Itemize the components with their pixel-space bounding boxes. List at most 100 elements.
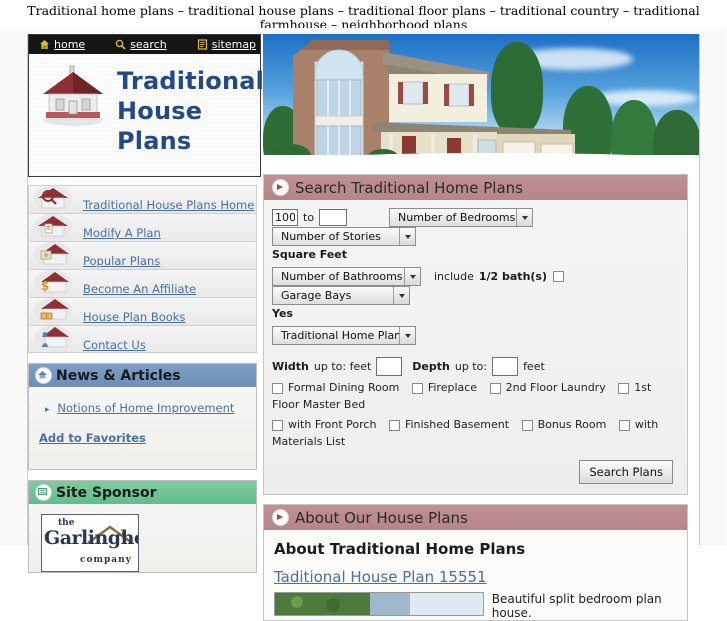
plan-thumbnail[interactable] — [274, 592, 484, 616]
second-floor-laundry-checkbox[interactable] — [489, 382, 501, 394]
sqft-row: to Number of Bedrooms Number of Stories — [272, 208, 679, 246]
search-button-row: Search Plans — [272, 460, 673, 484]
second-floor-laundry-label: 2nd Floor Laundry — [505, 381, 606, 394]
feature-checkbox-row-1: Formal Dining Room Fireplace 2nd Floor L… — [272, 379, 679, 413]
chevron-down-icon[interactable] — [516, 209, 533, 226]
about-panel-header: About Our House Plans — [264, 505, 687, 530]
search-panel-title: Search Traditional Home Plans — [295, 178, 523, 197]
sidebar-item-home-label[interactable]: Traditional House Plans Home — [83, 198, 254, 212]
bonus-room-label: Bonus Room — [537, 418, 607, 431]
garlinghouse-name: Garlinghouse — [44, 527, 138, 549]
sqft-max-input[interactable] — [319, 209, 348, 226]
front-porch-label: with Front Porch — [288, 418, 377, 431]
depth-upto-label: up to: — [454, 360, 488, 373]
first-floor-master-bed-checkbox[interactable] — [618, 382, 630, 394]
home-icon — [39, 39, 50, 50]
news-articles-title: News & Articles — [56, 367, 181, 384]
bathrooms-select-value: Number of Bathrooms — [281, 270, 403, 283]
square-feet-label: Square Feet — [272, 248, 348, 261]
garlinghouse-logo[interactable]: the Garlinghouse company — [41, 514, 139, 572]
house-logo-icon — [37, 62, 109, 131]
nav-item-home-label: home — [54, 38, 86, 51]
main-content: Search Traditional Home Plans to Number … — [263, 34, 699, 621]
news-articles-header: News & Articles — [29, 364, 256, 387]
sidebar-item-modify-plan-label[interactable]: Modify A Plan — [83, 226, 161, 240]
plantype-row: Traditional Home Plans — [272, 326, 679, 345]
stories-select[interactable]: Number of Stories — [272, 227, 416, 246]
sidebar-item-popular-plans[interactable]: Popular Plans — [28, 241, 257, 269]
sidebar-item-plan-books-label[interactable]: House Plan Books — [83, 310, 185, 324]
sidebar-item-plan-books[interactable]: House Plan Books — [28, 297, 257, 325]
depth-label: Depth — [412, 360, 450, 373]
feet-label: feet — [523, 360, 545, 373]
plan-link[interactable]: Taditional House Plan 15551 — [274, 568, 487, 586]
bathrooms-select[interactable]: Number of Bathrooms — [272, 267, 421, 286]
formal-dining-room-checkbox[interactable] — [272, 382, 283, 394]
news-articles-panel: News & Articles Notions of Home Improvem… — [28, 363, 257, 470]
sidebar-item-affiliate-label[interactable]: Become An Affiliate — [83, 282, 196, 296]
include-label: include — [434, 270, 474, 283]
chevron-down-icon[interactable] — [399, 228, 415, 245]
about-panel-body: About Traditional Home Plans Taditional … — [264, 530, 687, 620]
sqft-min-input[interactable] — [272, 209, 298, 226]
bonus-room-checkbox[interactable] — [521, 419, 533, 431]
add-to-favorites-link[interactable]: Add to Favorites — [39, 431, 146, 445]
search-plans-button[interactable]: Search Plans — [579, 460, 673, 484]
front-porch-checkbox[interactable] — [272, 419, 283, 431]
finished-basement-checkbox[interactable] — [388, 419, 400, 431]
house-person-icon — [33, 323, 73, 353]
site-frame: home search sitemap Traditional House Pl… — [27, 34, 700, 621]
width-label: Width — [272, 360, 309, 373]
site-sponsor-title: Site Sponsor — [56, 484, 157, 501]
news-article-item[interactable]: Notions of Home Improvement — [45, 401, 246, 415]
width-upto-label: up to: feet — [313, 360, 372, 373]
house-search-icon — [33, 183, 73, 213]
materials-list-checkbox[interactable] — [618, 419, 630, 431]
house-star-icon — [33, 239, 73, 269]
plan-type-select[interactable]: Traditional Home Plans — [272, 326, 416, 345]
depth-input[interactable] — [492, 357, 519, 376]
bedrooms-select[interactable]: Number of Bedrooms — [389, 208, 534, 227]
chevron-down-icon[interactable] — [399, 327, 415, 344]
finished-basement-label: Finished Basement — [404, 418, 510, 431]
sidebar: home search sitemap Traditional House Pl… — [28, 34, 264, 573]
sidebar-item-contact-us[interactable]: Contact Us — [28, 325, 257, 353]
sidebar-item-popular-plans-label[interactable]: Popular Plans — [83, 254, 160, 268]
arrow-circle-icon — [272, 509, 289, 526]
chevron-down-icon[interactable] — [393, 287, 409, 304]
to-label: to — [303, 211, 315, 224]
plan-type-select-value: Traditional Home Plans — [281, 329, 407, 342]
half-bath-checkbox[interactable] — [553, 271, 565, 282]
garage-bays-select[interactable]: Garage Bays — [272, 286, 410, 305]
width-input[interactable] — [376, 357, 403, 376]
about-panel: About Our House Plans About Traditional … — [263, 504, 688, 621]
chevron-down-icon[interactable] — [404, 268, 420, 285]
fireplace-label: Fireplace — [427, 381, 478, 394]
house-pencil-icon — [33, 211, 73, 241]
dimensions-row: Width up to: feet Depth up to: feet — [272, 357, 679, 376]
nav-item-home[interactable]: home — [39, 38, 85, 51]
sidebar-item-modify-plan[interactable]: Modify A Plan — [28, 213, 257, 241]
arrow-circle-icon — [272, 179, 289, 196]
hero-bottom-curve — [315, 153, 675, 165]
site-logo[interactable]: Traditional House Plans — [28, 54, 264, 177]
nav-item-sitemap[interactable]: sitemap — [197, 38, 256, 51]
house-book-icon — [33, 295, 73, 325]
garage-bays-select-value: Garage Bays — [281, 289, 352, 302]
nav-item-sitemap-label: sitemap — [211, 38, 257, 51]
fireplace-checkbox[interactable] — [411, 382, 423, 394]
sidebar-item-home[interactable]: Traditional House Plans Home — [28, 185, 257, 213]
svg-text:$: $ — [41, 279, 49, 293]
logo-line-3: Plans — [117, 127, 192, 155]
nav-item-search[interactable]: search — [115, 38, 167, 51]
sitemap-icon — [197, 39, 208, 50]
news-article-link[interactable]: Notions of Home Improvement — [57, 401, 234, 415]
logo-text: Traditional House Plans — [117, 66, 264, 156]
sponsor-circle-icon — [35, 484, 52, 501]
feature-checkbox-row-2: with Front Porch Finished Basement Bonus… — [272, 416, 679, 450]
site-sponsor-panel: Site Sponsor the Garlinghouse company — [28, 480, 257, 573]
sidebar-item-affiliate[interactable]: $ Become An Affiliate — [28, 269, 257, 297]
about-panel-title: About Our House Plans — [295, 508, 468, 527]
site-sponsor-body: the Garlinghouse company — [29, 504, 256, 572]
sidebar-item-contact-us-label[interactable]: Contact Us — [83, 338, 146, 352]
